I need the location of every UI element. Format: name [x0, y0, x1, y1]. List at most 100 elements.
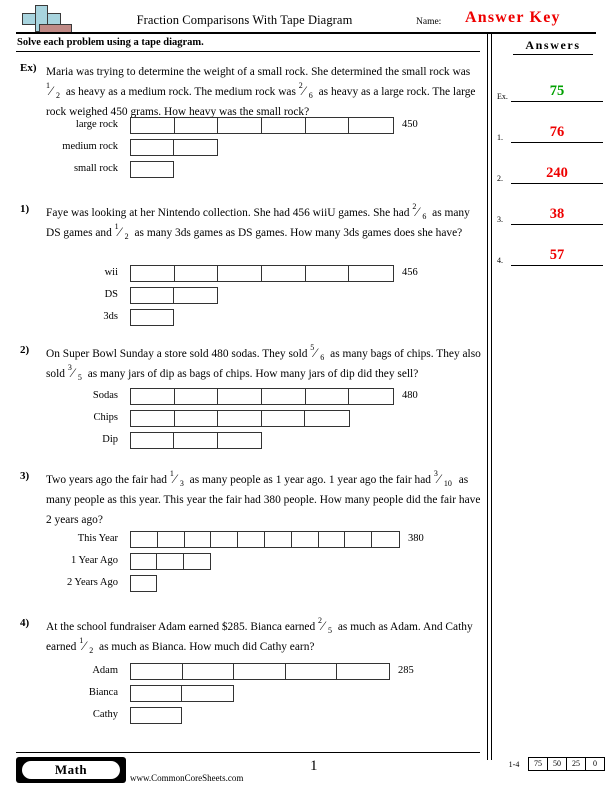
tape-cell[interactable]: [305, 389, 350, 404]
tape-cell[interactable]: [184, 532, 212, 547]
tape-cell[interactable]: [234, 664, 286, 679]
answer-blank-line[interactable]: [511, 265, 603, 266]
tape-cell[interactable]: [157, 532, 185, 547]
tape-cell[interactable]: [261, 411, 306, 426]
tape-cell[interactable]: [174, 411, 219, 426]
tape-bar[interactable]: [130, 575, 157, 592]
answer-index-label: 1.: [497, 133, 503, 142]
fraction: 1 ⁄ 2: [79, 636, 96, 655]
tape-cell[interactable]: [211, 532, 239, 547]
tape-cell[interactable]: [131, 162, 173, 177]
answer-index-label: 4.: [497, 256, 503, 265]
tape-bar[interactable]: [130, 117, 394, 134]
tape-cell[interactable]: [218, 389, 263, 404]
tape-cell[interactable]: [131, 433, 175, 448]
tape-cell[interactable]: [131, 532, 158, 547]
answers-column-divider-outer: [487, 33, 488, 760]
tape-bar[interactable]: [130, 685, 234, 702]
tape-cell[interactable]: [157, 554, 184, 569]
site-url: www.CommonCoreSheets.com: [130, 773, 244, 783]
tape-cell[interactable]: [131, 554, 158, 569]
answer-blank-line[interactable]: [511, 101, 603, 102]
tape-cell[interactable]: [131, 664, 183, 679]
fraction-slash-icon: ⁄: [437, 470, 441, 486]
tape-cell[interactable]: [174, 266, 219, 281]
answer-value: 75: [549, 83, 565, 99]
tape-cell[interactable]: [131, 266, 175, 281]
score-range-label: 1-4: [508, 759, 520, 769]
tape-bar[interactable]: [130, 265, 394, 282]
fraction-denominator: 6: [422, 211, 427, 221]
tape-bar[interactable]: [130, 432, 262, 449]
tape-bar[interactable]: [130, 531, 400, 548]
tape-cell[interactable]: [131, 411, 175, 426]
tape-diagram-row: 3ds: [16, 309, 482, 328]
tape-cell[interactable]: [174, 433, 218, 448]
tape-cell[interactable]: [372, 532, 399, 547]
tape-diagram: Sodas 480 Chips Dip: [16, 388, 482, 454]
problem-text: On Super Bowl Sunday a store sold 480 so…: [46, 343, 482, 384]
fraction: 1 ⁄ 3: [170, 469, 187, 488]
tape-cell[interactable]: [218, 411, 262, 426]
footer-divider: [16, 752, 480, 753]
tape-cell[interactable]: [218, 266, 263, 281]
tape-cell[interactable]: [291, 532, 319, 547]
tape-bar[interactable]: [130, 388, 394, 405]
tape-total-value: 285: [398, 665, 414, 676]
answer-row: 2. 240: [497, 150, 605, 184]
tape-cell[interactable]: [262, 389, 306, 404]
tape-bar[interactable]: [130, 663, 390, 680]
tape-cell[interactable]: [131, 576, 156, 591]
tape-bar[interactable]: [130, 553, 211, 570]
fraction-denominator: 2: [89, 645, 94, 655]
tape-cell[interactable]: [131, 686, 183, 701]
tape-bar[interactable]: [130, 287, 218, 304]
tape-bar[interactable]: [130, 410, 350, 427]
tape-cell[interactable]: [131, 288, 175, 303]
tape-bar[interactable]: [130, 139, 218, 156]
problem-number: 2): [20, 344, 30, 356]
tape-cell[interactable]: [305, 118, 350, 133]
score-cell: 0: [593, 759, 597, 768]
tape-cell[interactable]: [305, 411, 350, 426]
tape-bar[interactable]: [130, 161, 174, 178]
tape-row-label: wii: [104, 267, 118, 278]
answer-blank-line[interactable]: [511, 142, 603, 143]
tape-cell[interactable]: [131, 118, 175, 133]
tape-cell[interactable]: [131, 310, 173, 325]
tape-cell[interactable]: [305, 266, 350, 281]
tape-total-value: 380: [408, 533, 424, 544]
tape-cell[interactable]: [264, 532, 292, 547]
answer-blank-line[interactable]: [511, 183, 603, 184]
fraction-denominator: 3: [179, 478, 184, 488]
tape-cell[interactable]: [349, 118, 394, 133]
tape-row-label: This Year: [77, 533, 118, 544]
fraction-denominator: 2: [56, 90, 60, 100]
tape-cell[interactable]: [217, 433, 262, 448]
tape-cell[interactable]: [182, 664, 235, 679]
fraction-denominator: 10: [443, 478, 452, 488]
tape-cell[interactable]: [238, 532, 265, 547]
tape-cell[interactable]: [174, 140, 217, 155]
tape-cell[interactable]: [349, 389, 394, 404]
tape-cell[interactable]: [131, 708, 181, 723]
tape-bar[interactable]: [130, 309, 174, 326]
tape-cell[interactable]: [262, 266, 306, 281]
tape-bar[interactable]: [130, 707, 182, 724]
answer-row: 3. 38: [497, 191, 605, 225]
tape-cell[interactable]: [337, 664, 389, 679]
tape-cell[interactable]: [318, 532, 346, 547]
tape-cell[interactable]: [131, 389, 175, 404]
tape-cell[interactable]: [174, 118, 219, 133]
tape-cell[interactable]: [174, 288, 217, 303]
tape-cell[interactable]: [218, 118, 263, 133]
tape-cell[interactable]: [183, 554, 210, 569]
tape-cell[interactable]: [262, 118, 306, 133]
tape-cell[interactable]: [182, 686, 233, 701]
answer-blank-line[interactable]: [511, 224, 603, 225]
tape-cell[interactable]: [349, 266, 394, 281]
tape-cell[interactable]: [285, 664, 338, 679]
tape-cell[interactable]: [131, 140, 175, 155]
tape-cell[interactable]: [345, 532, 373, 547]
tape-cell[interactable]: [174, 389, 219, 404]
